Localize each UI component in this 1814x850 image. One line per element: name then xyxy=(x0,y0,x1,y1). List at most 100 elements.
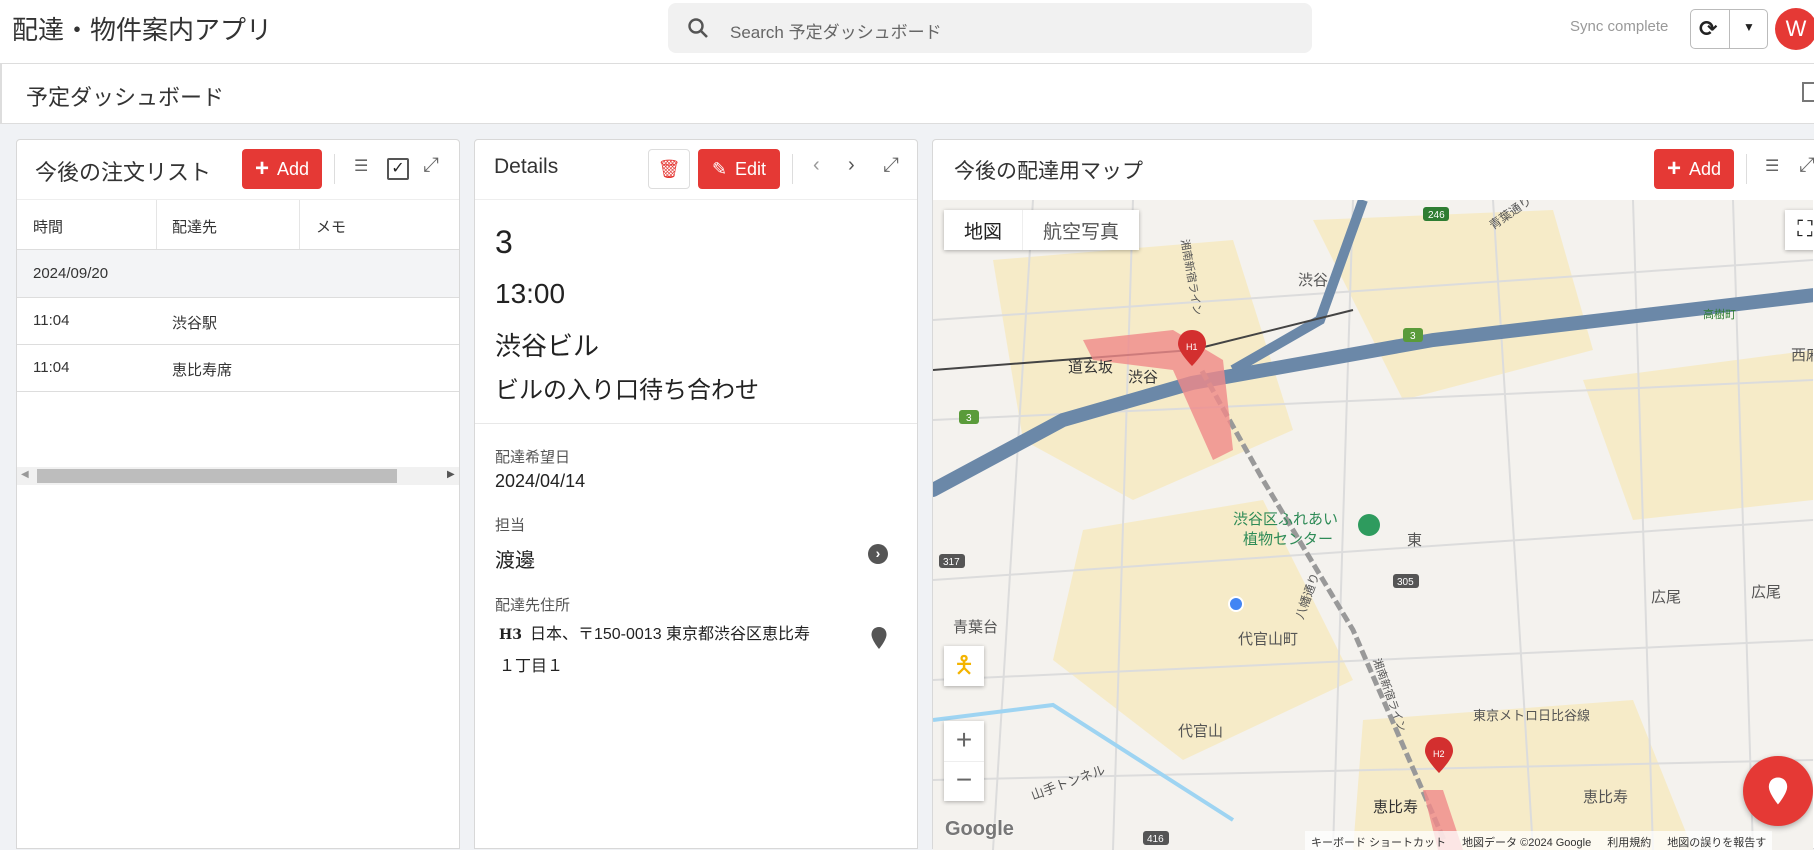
add-button[interactable]: + Add xyxy=(1654,149,1734,189)
filter-icon[interactable]: ☰ xyxy=(1765,156,1779,176)
plus-icon: + xyxy=(254,155,269,182)
map-label: 道玄坂 xyxy=(1068,359,1113,376)
map-canvas[interactable]: H1 H2 渋谷 道玄坂 渋谷 渋谷区ふれあい 植物センター 代官山町 青葉台 … xyxy=(933,200,1813,850)
route-shield: 246 xyxy=(1428,210,1445,221)
trash-icon: 🗑 xyxy=(657,159,681,179)
column-header-destination[interactable]: 配達先 xyxy=(172,216,217,237)
detail-note: ビルの入り口待ち合わせ xyxy=(495,377,759,404)
terms-link[interactable]: 利用規約 xyxy=(1607,834,1651,849)
sync-button-group: ⟳ ▼ xyxy=(1690,9,1768,49)
report-error-link[interactable]: 地図の誤りを報告す xyxy=(1667,834,1766,849)
search-placeholder: Search 予定ダッシュボード xyxy=(730,23,942,42)
detail-place: 渋谷ビル xyxy=(495,331,600,361)
details-panel: Details 🗑 ✎ Edit ‹ › ⤢ 3 13:00 渋谷ビル ビルの入り… xyxy=(474,139,918,849)
pegman-icon: 🯅 xyxy=(953,652,975,679)
zoom-in-button[interactable]: + xyxy=(944,721,984,761)
divider xyxy=(334,154,335,184)
date-value: 2024/04/14 xyxy=(495,471,586,491)
add-location-fab[interactable] xyxy=(1743,756,1813,826)
divider xyxy=(299,200,300,249)
detail-time: 13:00 xyxy=(495,278,566,309)
assignee-value: 渡邊 xyxy=(495,550,535,572)
order-list-panel: 今後の注文リスト + Add ☰ ✓ ⤢ 時間 配達先 メモ 2024/09/20… xyxy=(16,139,460,849)
address-value: H3 日本、〒150-0013 東京都渋谷区恵比寿 １丁目１ xyxy=(499,619,810,683)
add-label: Add xyxy=(1688,158,1722,179)
divider xyxy=(792,154,793,184)
table-row[interactable]: 11:04 渋谷駅 xyxy=(17,298,459,345)
route-shield: 305 xyxy=(1397,577,1414,588)
app-header: 配達・物件案内アプリ Search 予定ダッシュボード Sync complet… xyxy=(0,0,1814,64)
marker-label: H1 xyxy=(1186,342,1198,352)
layout-icon[interactable] xyxy=(1802,82,1814,102)
expand-icon[interactable]: ⤢ xyxy=(1799,154,1814,177)
map[interactable]: H1 H2 渋谷 道玄坂 渋谷 渋谷区ふれあい 植物センター 代官山町 青葉台 … xyxy=(933,200,1813,850)
expand-icon[interactable]: ⤢ xyxy=(883,154,899,177)
row-destination: 渋谷駅 xyxy=(172,315,218,332)
map-label: 渋谷 xyxy=(1128,369,1158,386)
chevron-right-circle-icon[interactable]: › xyxy=(868,544,888,564)
app-title: 配達・物件案内アプリ xyxy=(12,15,273,45)
sync-icon[interactable]: ⟳ xyxy=(1699,16,1717,42)
edit-button[interactable]: ✎ Edit xyxy=(698,149,780,189)
edit-label: Edit xyxy=(735,158,767,179)
map-label: 渋谷 xyxy=(1298,272,1328,289)
divider xyxy=(1746,154,1747,184)
scroll-right-icon[interactable]: ▶ xyxy=(447,469,455,480)
search-icon xyxy=(688,18,708,38)
marker-label: H2 xyxy=(1433,749,1445,759)
zoom-out-button[interactable]: − xyxy=(944,761,984,801)
table-header: 時間 配達先 メモ xyxy=(17,200,459,249)
address-line2: １丁目１ xyxy=(499,658,564,675)
table-row[interactable]: 11:04 恵比寿席 xyxy=(17,345,459,392)
panel-title: 今後の配達用マップ xyxy=(954,160,1143,183)
plus-icon: + xyxy=(1666,155,1681,182)
address-line1: 日本、〒150-0013 東京都渋谷区恵比寿 xyxy=(529,626,811,643)
dropdown-caret-icon[interactable]: ▼ xyxy=(1743,20,1755,34)
map-label: 植物センター xyxy=(1243,531,1333,548)
map-label: 広尾 xyxy=(1751,584,1781,601)
scroll-left-icon[interactable]: ◀ xyxy=(21,469,29,480)
filter-icon[interactable]: ☰ xyxy=(354,156,368,176)
fullscreen-button[interactable]: ⛶ xyxy=(1785,210,1813,250)
keyboard-shortcuts-link[interactable]: キーボード ショートカット xyxy=(1311,834,1446,849)
route-shield: 3 xyxy=(1410,331,1416,342)
divider xyxy=(475,199,917,200)
zoom-control: + − xyxy=(944,721,984,801)
expand-icon[interactable]: ⤢ xyxy=(423,154,439,177)
previous-icon[interactable]: ‹ xyxy=(813,154,820,177)
divider xyxy=(1729,10,1730,48)
row-time: 11:04 xyxy=(33,312,70,329)
park-icon xyxy=(1358,514,1380,536)
divider xyxy=(156,200,157,249)
map-type-map[interactable]: 地図 xyxy=(944,210,1022,250)
map-attribution: キーボード ショートカット 地図データ ©2024 Google 利用規約 地図… xyxy=(1305,831,1773,850)
panel-title: 今後の注文リスト xyxy=(35,160,212,185)
map-label: 広尾 xyxy=(1651,589,1681,606)
map-label: 西麻 xyxy=(1791,347,1813,364)
column-header-time[interactable]: 時間 xyxy=(33,216,63,237)
user-avatar[interactable]: W xyxy=(1775,8,1814,50)
address-tag: H3 xyxy=(499,627,522,643)
search-input[interactable]: Search 予定ダッシュボード xyxy=(668,3,1312,53)
pegman-button[interactable]: 🯅 xyxy=(944,646,984,686)
map-label: 代官山 xyxy=(1178,723,1223,740)
route-shield: 416 xyxy=(1147,834,1164,845)
horizontal-scrollbar[interactable]: ◀ ▶ xyxy=(17,467,459,485)
page-title: 予定ダッシュボード xyxy=(26,85,225,110)
group-row[interactable]: 2024/09/20 xyxy=(17,249,459,298)
checkbox-icon[interactable]: ✓ xyxy=(387,158,409,180)
next-icon[interactable]: › xyxy=(848,154,855,177)
dashboard-bar: 予定ダッシュボード xyxy=(0,64,1814,124)
route-shield: 3 xyxy=(966,413,972,424)
column-header-memo[interactable]: メモ xyxy=(316,216,346,237)
map-pin-icon[interactable] xyxy=(870,626,888,650)
map-type-satellite[interactable]: 航空写真 xyxy=(1022,210,1139,250)
add-button[interactable]: + Add xyxy=(242,149,322,189)
scrollbar-thumb[interactable] xyxy=(37,469,397,483)
divider xyxy=(475,423,917,424)
delete-button[interactable]: 🗑 xyxy=(648,149,690,189)
row-destination: 恵比寿席 xyxy=(172,362,233,379)
map-label: 渋谷区ふれあい xyxy=(1233,511,1338,528)
route-shield: 317 xyxy=(943,557,960,568)
panel-title: Details xyxy=(494,155,559,178)
